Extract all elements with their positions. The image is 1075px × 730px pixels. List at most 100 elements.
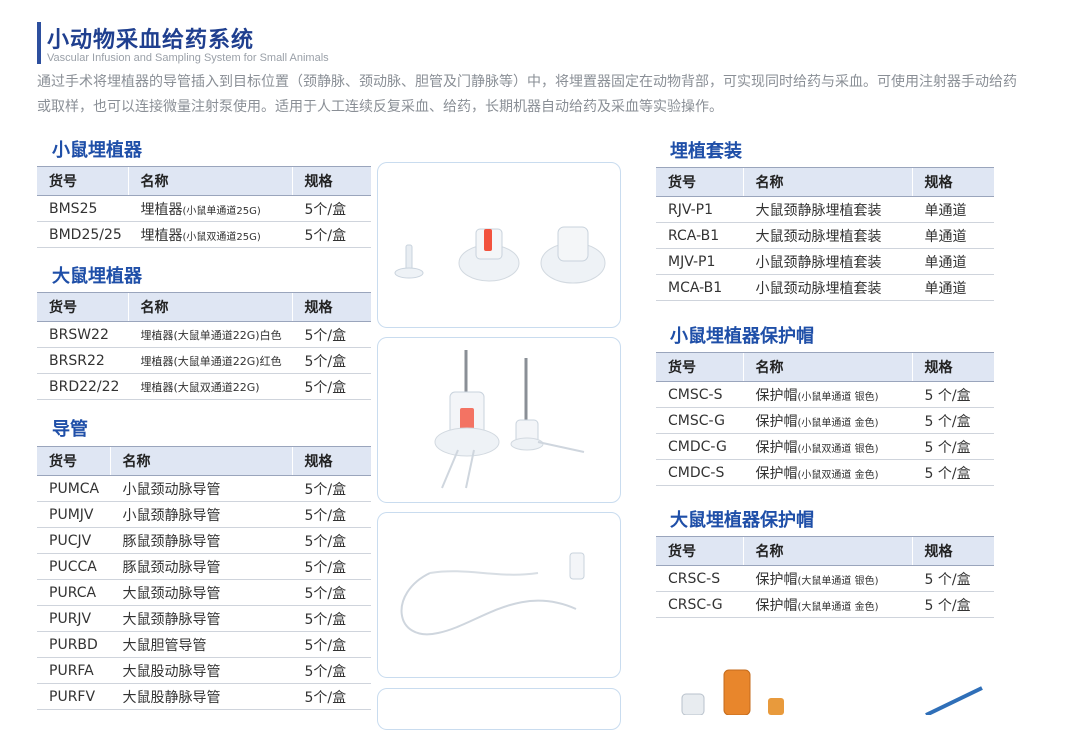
title-accent-bar (37, 22, 41, 64)
spec-cell: 5 个/盒 (911, 459, 994, 486)
sku-cell: PURCA (37, 579, 110, 606)
spec-cell: 5个/盒 (291, 579, 371, 606)
photo-partial (377, 688, 621, 730)
spec-cell: 5个/盒 (291, 221, 371, 248)
mouse-cap-table: 货号 名称 规格 CMSC-S 保护帽(小鼠单通道 银色) 5 个/盒 CMSC… (656, 352, 994, 486)
name-note: (小鼠单通道 金色) (797, 417, 879, 429)
sku-cell: PUCCA (37, 553, 110, 580)
table-row: RJV-P1 大鼠颈静脉埋植套装 单通道 (656, 196, 994, 223)
column-header-sku: 货号 (656, 167, 743, 197)
cap-products-image (681, 669, 983, 715)
sku-cell: BMS25 (37, 195, 128, 222)
spec-cell: 5个/盒 (291, 657, 371, 684)
spec-cell: 5 个/盒 (911, 565, 994, 592)
name-note: (大鼠单通道 金色) (797, 601, 879, 613)
table-row: PURFV 大鼠股静脉导管 5个/盒 (37, 683, 371, 710)
intro-paragraph: 通过手术将埋植器的导管插入到目标位置（颈静脉、颈动脉、胆管及门静脉等）中，将埋置… (37, 74, 1017, 115)
sku-cell: MJV-P1 (656, 248, 743, 275)
sku-cell: CMDC-G (656, 433, 743, 460)
column-header-name: 名称 (109, 446, 292, 476)
column-header-spec: 规格 (291, 446, 371, 476)
name-cell: 保护帽(小鼠单通道 金色) (742, 407, 912, 434)
column-header-sku: 货号 (656, 536, 743, 566)
name-cell: 保护帽(小鼠单通道 银色) (742, 381, 912, 408)
name-cell: 大鼠股静脉导管 (109, 683, 292, 710)
spec-cell: 5 个/盒 (911, 407, 994, 434)
name-cell: 埋植器(小鼠双通道25G) (127, 221, 292, 248)
name-note: (大鼠单通道 银色) (797, 575, 879, 587)
name-cell: 小鼠颈动脉导管 (109, 475, 292, 502)
sku-cell: CMSC-G (656, 407, 743, 434)
section-title-kit: 埋植套装 (670, 141, 742, 162)
table-row: CMDC-S 保护帽(小鼠双通道 金色) 5 个/盒 (656, 459, 994, 486)
kit-table: 货号 名称 规格 RJV-P1 大鼠颈静脉埋植套装 单通道 RCA-B1 大鼠颈… (656, 167, 994, 301)
sku-cell: RCA-B1 (656, 222, 743, 249)
section-title-mouse-cap: 小鼠埋植器保护帽 (670, 326, 814, 347)
sku-cell: BMD25/25 (37, 221, 128, 248)
table-row: CMDC-G 保护帽(小鼠双通道 银色) 5 个/盒 (656, 433, 994, 460)
column-header-spec: 规格 (911, 167, 994, 197)
table-row: PURCA 大鼠颈动脉导管 5个/盒 (37, 579, 371, 606)
name-cell: 豚鼠颈动脉导管 (109, 553, 292, 580)
sku-cell: PURFV (37, 683, 110, 710)
page-title: 小动物采血给药系统 (47, 28, 255, 53)
section-title-rat-cap: 大鼠埋植器保护帽 (670, 510, 814, 531)
table-row: PUCJV 豚鼠颈静脉导管 5个/盒 (37, 527, 371, 554)
column-header-name: 名称 (127, 166, 292, 196)
column-header-spec: 规格 (911, 536, 994, 566)
name-cell: 小鼠颈静脉埋植套装 (742, 248, 912, 275)
section-title-catheter: 导管 (52, 419, 88, 440)
spec-cell: 单通道 (911, 248, 994, 275)
name-note: (小鼠单通道 银色) (797, 391, 879, 403)
mouse-port-table: 货号 名称 规格 BMS25 埋植器(小鼠单通道25G) 5个/盒 BMD25/… (37, 166, 371, 248)
name-cell: 大鼠颈静脉埋植套装 (742, 196, 912, 223)
rat-port-table: 货号 名称 规格 BRSW22 埋植器(大鼠单通道22G)白色 5个/盒 BRS… (37, 292, 371, 400)
column-header-name: 名称 (742, 167, 912, 197)
sku-cell: CRSC-G (656, 591, 743, 618)
name-cell: 大鼠胆管导管 (109, 631, 292, 658)
name-cell: 埋植器(大鼠单通道22G)白色 (127, 321, 292, 348)
name-cell: 大鼠颈静脉导管 (109, 605, 292, 632)
spec-cell: 5个/盒 (291, 631, 371, 658)
mouse-port-image (394, 226, 606, 284)
table-row: PURBD 大鼠胆管导管 5个/盒 (37, 631, 371, 658)
sku-cell: MCA-B1 (656, 274, 743, 301)
sku-cell: PURJV (37, 605, 110, 632)
sku-cell: PUMJV (37, 501, 110, 528)
table-row: BRSR22 埋植器(大鼠单通道22G)红色 5个/盒 (37, 347, 371, 374)
spec-cell: 5个/盒 (291, 683, 371, 710)
name-note: (小鼠双通道25G) (182, 231, 261, 243)
name-cell: 小鼠颈静脉导管 (109, 501, 292, 528)
name-cell: 小鼠颈动脉埋植套装 (742, 274, 912, 301)
sku-cell: BRSR22 (37, 347, 128, 374)
column-header-name: 名称 (127, 292, 292, 322)
spec-cell: 5个/盒 (291, 195, 371, 222)
table-row: PUMJV 小鼠颈静脉导管 5个/盒 (37, 501, 371, 528)
column-header-name: 名称 (742, 352, 912, 382)
table-row: PURJV 大鼠颈静脉导管 5个/盒 (37, 605, 371, 632)
photo-mouse-port (377, 162, 621, 328)
table-row: PUCCA 豚鼠颈动脉导管 5个/盒 (37, 553, 371, 580)
name-cell: 保护帽(小鼠双通道 银色) (742, 433, 912, 460)
column-header-sku: 货号 (37, 166, 128, 196)
table-row: BRSW22 埋植器(大鼠单通道22G)白色 5个/盒 (37, 321, 371, 348)
name-note: (小鼠双通道 金色) (797, 469, 879, 481)
table-row: MCA-B1 小鼠颈动脉埋植套装 单通道 (656, 274, 994, 301)
spec-cell: 5 个/盒 (911, 433, 994, 460)
column-header-spec: 规格 (911, 352, 994, 382)
name-cell: 大鼠颈动脉埋植套装 (742, 222, 912, 249)
spec-cell: 单通道 (911, 222, 994, 249)
photo-rat-port (377, 337, 621, 503)
column-header-spec: 规格 (291, 292, 371, 322)
column-header-sku: 货号 (37, 446, 110, 476)
table-row: PUMCA 小鼠颈动脉导管 5个/盒 (37, 475, 371, 502)
name-cell: 保护帽(小鼠双通道 金色) (742, 459, 912, 486)
spec-cell: 5 个/盒 (911, 381, 994, 408)
table-row: CRSC-S 保护帽(大鼠单通道 银色) 5 个/盒 (656, 565, 994, 592)
spec-cell: 5个/盒 (291, 347, 371, 374)
table-row: CMSC-S 保护帽(小鼠单通道 银色) 5 个/盒 (656, 381, 994, 408)
page-subtitle: Vascular Infusion and Sampling System fo… (47, 52, 329, 64)
sku-cell: RJV-P1 (656, 196, 743, 223)
column-header-name: 名称 (742, 536, 912, 566)
rat-port-image (434, 350, 585, 489)
